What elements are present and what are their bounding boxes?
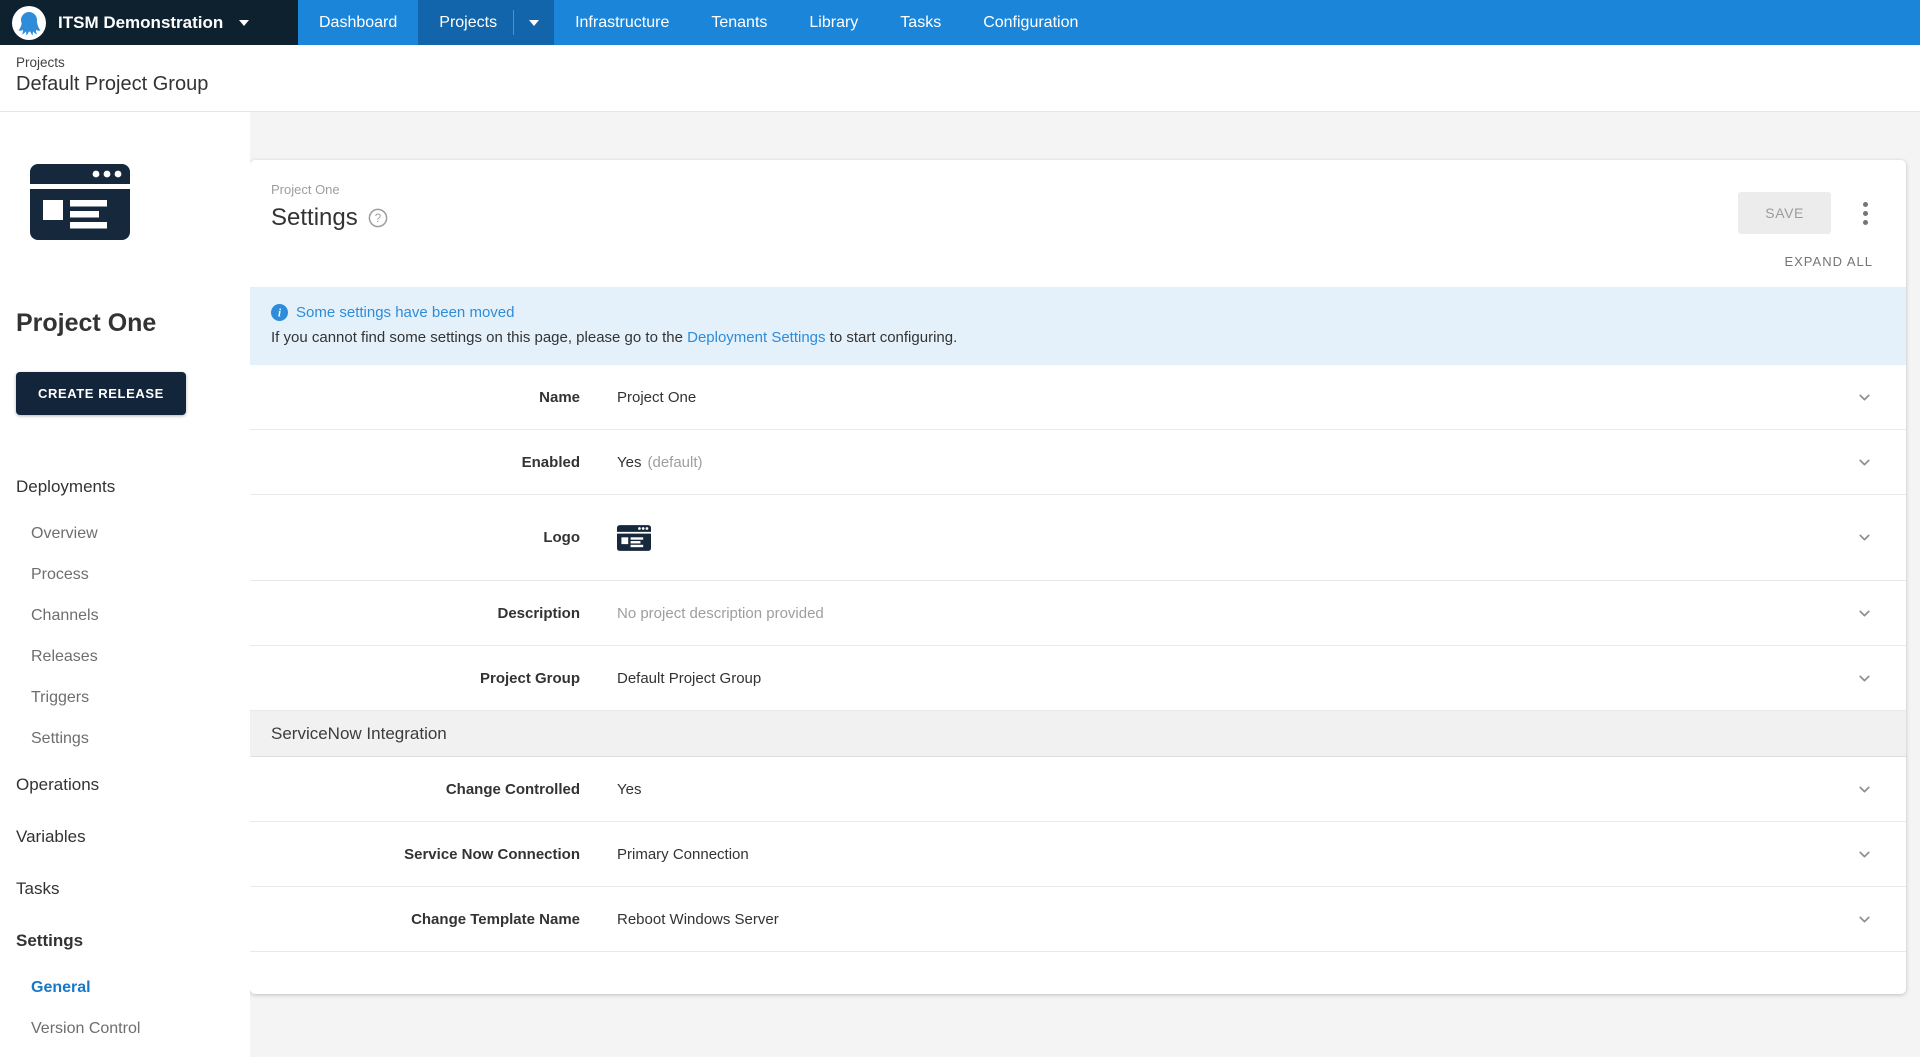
chevron-down-icon (1859, 851, 1870, 857)
project-logo-small-icon (617, 524, 651, 551)
setting-row-enabled[interactable]: Enabled Yes (default) (250, 430, 1906, 495)
default-hint: (default) (647, 453, 703, 471)
setting-row-project-group[interactable]: Project Group Default Project Group (250, 646, 1906, 711)
nav-item-dashboard[interactable]: Dashboard (298, 0, 418, 45)
setting-row-logo[interactable]: Logo (250, 495, 1906, 581)
sidebar-item-deployments[interactable]: Deployments (16, 461, 250, 513)
chevron-down-icon (1859, 534, 1870, 541)
header-context-label: Project One (271, 182, 340, 197)
chevron-down-icon (1859, 394, 1870, 400)
chevron-down-icon (1859, 675, 1870, 681)
card-header: Project One Settings ? SAVE (250, 160, 1906, 239)
main-area: Project One Settings ? SAVE EXPAND ALL i… (250, 112, 1920, 1057)
sidebar-project-name: Project One (16, 309, 157, 337)
sidebar-item-releases[interactable]: Releases (16, 636, 250, 677)
nav-item-configuration[interactable]: Configuration (962, 0, 1099, 45)
callout-title: Some settings have been moved (296, 304, 515, 321)
sidebar-item-settings[interactable]: Settings (16, 915, 250, 967)
callout-body: If you cannot find some settings on this… (271, 329, 958, 346)
sidebar-item-tasks[interactable]: Tasks (16, 863, 250, 915)
deployment-settings-link[interactable]: Deployment Settings (687, 329, 825, 346)
setting-row-change-template[interactable]: Change Template Name Reboot Windows Serv… (250, 887, 1906, 952)
space-switcher[interactable]: ITSM Demonstration (0, 0, 298, 45)
page-title: Default Project Group (16, 73, 209, 95)
octopus-logo-icon (12, 5, 46, 40)
settings-card: Project One Settings ? SAVE EXPAND ALL i… (250, 160, 1906, 994)
sidebar-item-general[interactable]: General (16, 967, 250, 1008)
nav-item-projects[interactable]: Projects (418, 0, 513, 45)
sidebar-item-channels[interactable]: Channels (16, 595, 250, 636)
sidebar-item-version-control[interactable]: Version Control (16, 1008, 250, 1049)
top-navigation: ITSM Demonstration Dashboard Projects In… (0, 0, 1920, 45)
chevron-down-icon (1859, 610, 1870, 616)
setting-row-description[interactable]: Description No project description provi… (250, 581, 1906, 646)
sidebar-item-variables[interactable]: Variables (16, 811, 250, 863)
nav-item-tasks[interactable]: Tasks (879, 0, 962, 45)
expand-all-button[interactable]: EXPAND ALL (1784, 254, 1873, 269)
sidebar-nav: Deployments Overview Process Channels Re… (16, 461, 250, 1049)
sidebar-item-operations[interactable]: Operations (16, 759, 250, 811)
help-icon[interactable]: ? (368, 208, 388, 228)
chevron-down-icon (1859, 786, 1870, 792)
sidebar-item-process[interactable]: Process (16, 554, 250, 595)
breadcrumb: Projects Default Project Group (0, 45, 1920, 112)
chevron-down-icon (1859, 459, 1870, 465)
nav-projects-dropdown[interactable] (514, 0, 554, 45)
nav-item-infrastructure[interactable]: Infrastructure (554, 0, 690, 45)
setting-row-change-controlled[interactable]: Change Controlled Yes (250, 757, 1906, 822)
section-header-servicenow: ServiceNow Integration (250, 711, 1906, 757)
sidebar-item-overview[interactable]: Overview (16, 513, 250, 554)
space-name: ITSM Demonstration (58, 12, 224, 32)
info-icon: i (271, 304, 288, 321)
chevron-down-icon (1859, 916, 1870, 922)
sidebar-item-deploy-settings[interactable]: Settings (16, 718, 250, 759)
setting-row-name[interactable]: Name Project One (250, 365, 1906, 430)
chevron-down-icon (239, 19, 250, 26)
nav-item-library[interactable]: Library (788, 0, 879, 45)
overflow-menu-icon[interactable] (1857, 192, 1874, 235)
svg-text:?: ? (375, 213, 381, 225)
nav-item-projects-active: Projects (418, 0, 555, 45)
save-button[interactable]: SAVE (1738, 192, 1831, 234)
project-sidebar: Project One CREATE RELEASE Deployments O… (0, 112, 250, 1057)
setting-row-servicenow-connection[interactable]: Service Now Connection Primary Connectio… (250, 822, 1906, 887)
sidebar-item-triggers[interactable]: Triggers (16, 677, 250, 718)
info-callout: i Some settings have been moved If you c… (250, 287, 1906, 365)
chevron-down-icon (529, 19, 540, 26)
breadcrumb-parent-link[interactable]: Projects (16, 55, 1920, 70)
nav-item-tenants[interactable]: Tenants (690, 0, 788, 45)
create-release-button[interactable]: CREATE RELEASE (16, 372, 186, 415)
settings-title: Settings (271, 204, 358, 231)
project-logo-icon (30, 164, 130, 240)
